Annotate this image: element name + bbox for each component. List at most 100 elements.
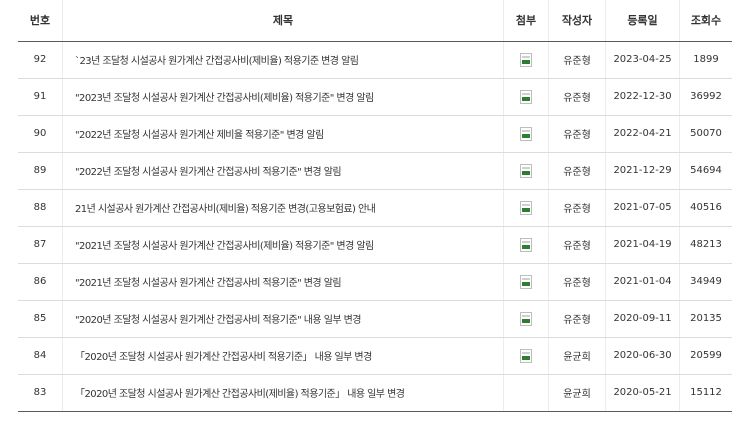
table-header: 번호 제목 첨부 작성자 등록일 조회수 <box>18 0 732 42</box>
row-number: 92 <box>18 41 63 79</box>
row-views: 48213 <box>679 226 732 264</box>
file-attachment-icon[interactable] <box>520 237 532 252</box>
table-body: 92 `23년 조달청 시설공사 원가계산 간접공사비(제비율) 적용기준 변경… <box>18 41 732 412</box>
row-author: 유준형 <box>548 152 606 190</box>
row-date: 2020-09-11 <box>605 300 680 338</box>
row-title-cell: 「2020년 조달청 시설공사 원가계산 간접공사비(제비율) 적용기준」 내용… <box>62 374 504 412</box>
row-title-link[interactable]: 「2020년 조달청 시설공사 원가계산 간접공사비(제비율) 적용기준」 내용… <box>75 389 405 400</box>
row-date: 2022-04-21 <box>605 115 680 153</box>
header-number: 번호 <box>18 0 63 42</box>
row-author: 유준형 <box>548 189 606 227</box>
file-attachment-icon[interactable] <box>520 163 532 178</box>
row-author: 유준형 <box>548 226 606 264</box>
row-title-link[interactable]: "2023년 조달청 시설공사 원가계산 간접공사비(제비율) 적용기준" 변경… <box>75 93 374 104</box>
row-title-cell: "2020년 조달청 시설공사 원가계산 간접공사비 적용기준" 내용 일부 변… <box>62 300 504 338</box>
row-title-link[interactable]: "2020년 조달청 시설공사 원가계산 간접공사비 적용기준" 내용 일부 변… <box>75 315 361 326</box>
row-number: 86 <box>18 263 63 301</box>
row-attachment <box>503 41 549 79</box>
row-views: 15112 <box>679 374 732 412</box>
row-number: 84 <box>18 337 63 375</box>
row-author: 유준형 <box>548 263 606 301</box>
header-views: 조회수 <box>679 0 732 42</box>
row-title-cell: "2021년 조달청 시설공사 원가계산 간접공사비(제비율) 적용기준" 변경… <box>62 226 504 264</box>
row-number: 88 <box>18 189 63 227</box>
file-attachment-icon[interactable] <box>520 200 532 215</box>
row-date: 2021-01-04 <box>605 263 680 301</box>
row-date: 2023-04-25 <box>605 41 680 79</box>
row-author: 유준형 <box>548 78 606 116</box>
table-row: 83 「2020년 조달청 시설공사 원가계산 간접공사비(제비율) 적용기준」… <box>18 374 732 412</box>
file-attachment-icon[interactable] <box>520 89 532 104</box>
row-attachment <box>503 300 549 338</box>
row-title-cell: "2022년 조달청 시설공사 원가계산 제비율 적용기준" 변경 알림 <box>62 115 504 153</box>
row-attachment <box>503 337 549 375</box>
row-views: 1899 <box>679 41 732 79</box>
row-number: 90 <box>18 115 63 153</box>
row-title-cell: "2021년 조달청 시설공사 원가계산 간접공사비 적용기준" 변경 알림 <box>62 263 504 301</box>
row-date: 2021-07-05 <box>605 189 680 227</box>
file-attachment-icon[interactable] <box>520 348 532 363</box>
row-attachment <box>503 189 549 227</box>
row-attachment <box>503 78 549 116</box>
table-row: 86 "2021년 조달청 시설공사 원가계산 간접공사비 적용기준" 변경 알… <box>18 263 732 301</box>
row-title-cell: "2022년 조달청 시설공사 원가계산 간접공사비 적용기준" 변경 알림 <box>62 152 504 190</box>
table-row: 84 「2020년 조달청 시설공사 원가계산 간접공사비 적용기준」 내용 일… <box>18 337 732 375</box>
table-row: 89 "2022년 조달청 시설공사 원가계산 간접공사비 적용기준" 변경 알… <box>18 152 732 190</box>
row-date: 2022-12-30 <box>605 78 680 116</box>
row-title-link[interactable]: "2022년 조달청 시설공사 원가계산 제비율 적용기준" 변경 알림 <box>75 130 324 141</box>
row-views: 36992 <box>679 78 732 116</box>
row-date: 2020-05-21 <box>605 374 680 412</box>
row-title-cell: 21년 시설공사 원가계산 간접공사비(제비율) 적용기준 변경(고용보험료) … <box>62 189 504 227</box>
row-author: 윤균희 <box>548 337 606 375</box>
row-title-link[interactable]: 「2020년 조달청 시설공사 원가계산 간접공사비 적용기준」 내용 일부 변… <box>75 352 372 363</box>
row-attachment <box>503 374 549 412</box>
table-row: 85 "2020년 조달청 시설공사 원가계산 간접공사비 적용기준" 내용 일… <box>18 300 732 338</box>
row-title-cell: `23년 조달청 시설공사 원가계산 간접공사비(제비율) 적용기준 변경 알림 <box>62 41 504 79</box>
row-title-link[interactable]: `23년 조달청 시설공사 원가계산 간접공사비(제비율) 적용기준 변경 알림 <box>75 56 359 67</box>
row-views: 40516 <box>679 189 732 227</box>
notice-board: 번호 제목 첨부 작성자 등록일 조회수 92 `23년 조달청 시설공사 원가… <box>18 0 732 412</box>
row-number: 85 <box>18 300 63 338</box>
row-number: 83 <box>18 374 63 412</box>
notice-table: 번호 제목 첨부 작성자 등록일 조회수 92 `23년 조달청 시설공사 원가… <box>18 0 732 412</box>
header-date: 등록일 <box>605 0 680 42</box>
row-number: 87 <box>18 226 63 264</box>
table-row: 90 "2022년 조달청 시설공사 원가계산 제비율 적용기준" 변경 알림 … <box>18 115 732 153</box>
row-author: 윤균희 <box>548 374 606 412</box>
file-attachment-icon[interactable] <box>520 52 532 67</box>
header-author: 작성자 <box>548 0 606 42</box>
row-number: 91 <box>18 78 63 116</box>
row-title-link[interactable]: 21년 시설공사 원가계산 간접공사비(제비율) 적용기준 변경(고용보험료) … <box>75 204 376 215</box>
header-title: 제목 <box>62 0 504 42</box>
file-attachment-icon[interactable] <box>520 311 532 326</box>
row-views: 50070 <box>679 115 732 153</box>
row-date: 2020-06-30 <box>605 337 680 375</box>
row-views: 34949 <box>679 263 732 301</box>
row-title-link[interactable]: "2021년 조달청 시설공사 원가계산 간접공사비 적용기준" 변경 알림 <box>75 278 342 289</box>
row-attachment <box>503 115 549 153</box>
row-attachment <box>503 263 549 301</box>
row-views: 54694 <box>679 152 732 190</box>
row-author: 유준형 <box>548 41 606 79</box>
file-attachment-icon[interactable] <box>520 274 532 289</box>
row-attachment <box>503 152 549 190</box>
header-row: 번호 제목 첨부 작성자 등록일 조회수 <box>18 0 732 42</box>
row-title-cell: 「2020년 조달청 시설공사 원가계산 간접공사비 적용기준」 내용 일부 변… <box>62 337 504 375</box>
row-title-cell: "2023년 조달청 시설공사 원가계산 간접공사비(제비율) 적용기준" 변경… <box>62 78 504 116</box>
row-views: 20599 <box>679 337 732 375</box>
row-attachment <box>503 226 549 264</box>
table-row: 91 "2023년 조달청 시설공사 원가계산 간접공사비(제비율) 적용기준"… <box>18 78 732 116</box>
header-attachment: 첨부 <box>503 0 549 42</box>
table-row: 88 21년 시설공사 원가계산 간접공사비(제비율) 적용기준 변경(고용보험… <box>18 189 732 227</box>
row-title-link[interactable]: "2021년 조달청 시설공사 원가계산 간접공사비(제비율) 적용기준" 변경… <box>75 241 374 252</box>
row-date: 2021-04-19 <box>605 226 680 264</box>
row-views: 20135 <box>679 300 732 338</box>
table-row: 87 "2021년 조달청 시설공사 원가계산 간접공사비(제비율) 적용기준"… <box>18 226 732 264</box>
row-author: 유준형 <box>548 115 606 153</box>
row-date: 2021-12-29 <box>605 152 680 190</box>
row-title-link[interactable]: "2022년 조달청 시설공사 원가계산 간접공사비 적용기준" 변경 알림 <box>75 167 342 178</box>
table-row: 92 `23년 조달청 시설공사 원가계산 간접공사비(제비율) 적용기준 변경… <box>18 41 732 79</box>
file-attachment-icon[interactable] <box>520 126 532 141</box>
row-author: 유준형 <box>548 300 606 338</box>
row-number: 89 <box>18 152 63 190</box>
